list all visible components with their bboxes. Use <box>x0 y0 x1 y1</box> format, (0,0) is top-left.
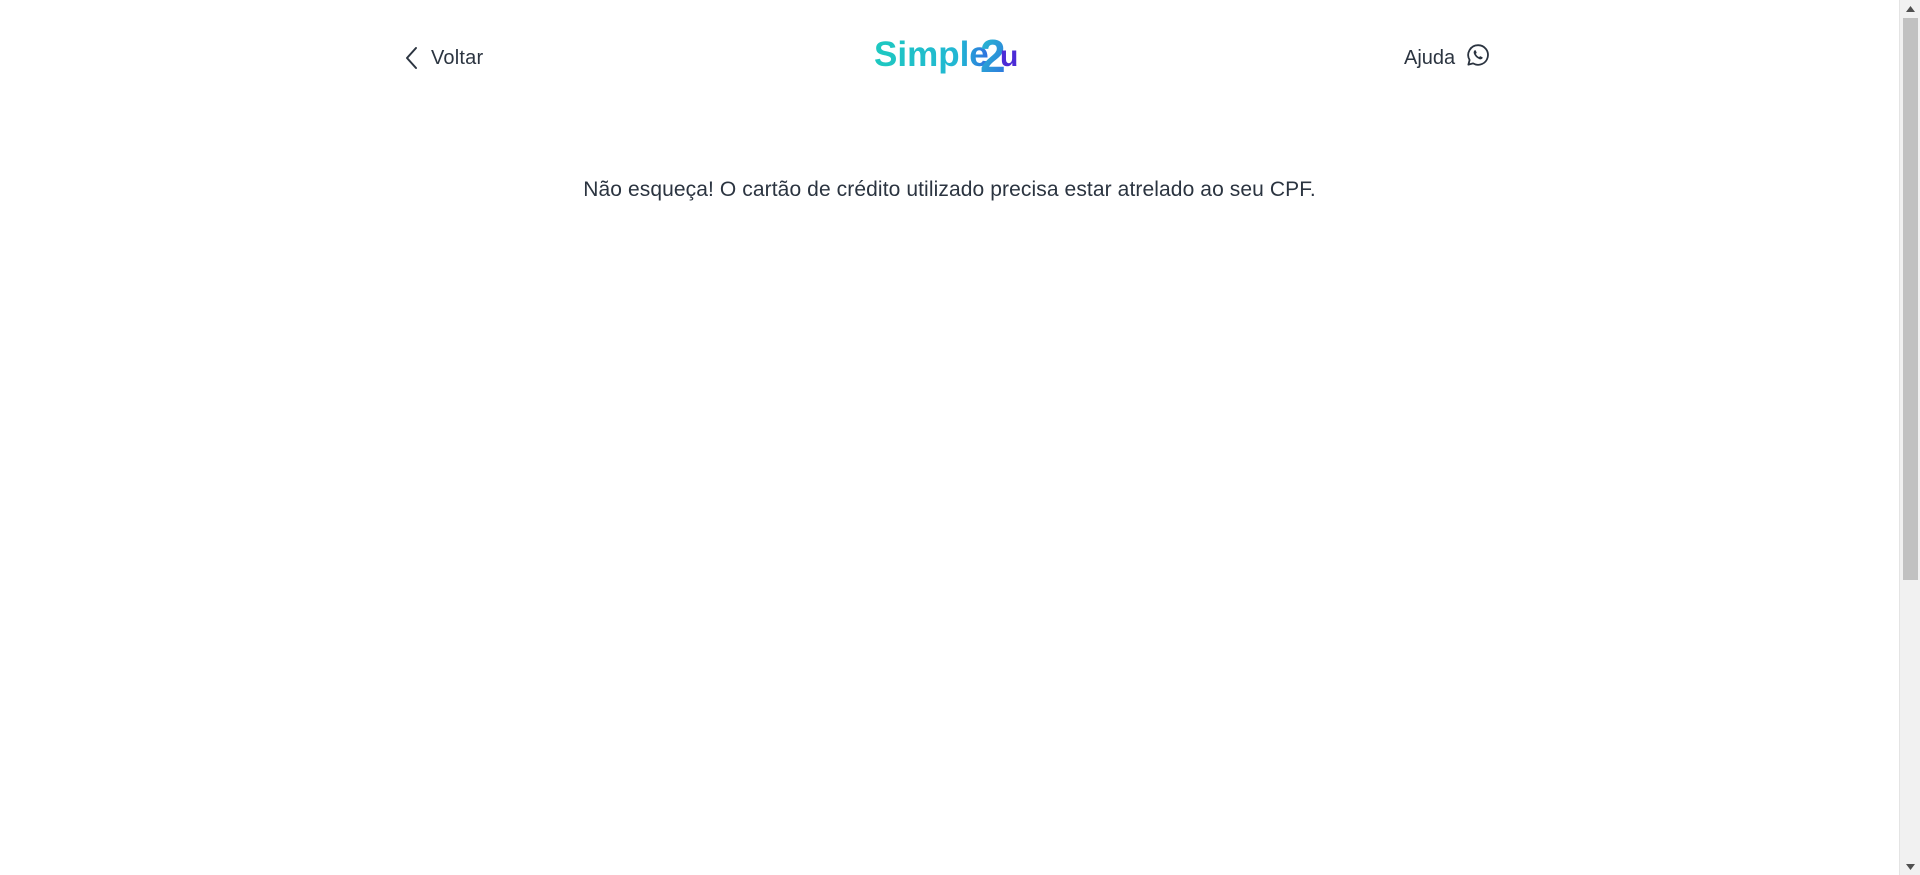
back-label: Voltar <box>431 47 484 69</box>
vertical-scrollbar[interactable] <box>1899 0 1920 875</box>
logo-text-primary: Simple <box>874 35 989 74</box>
help-label: Ajuda <box>1404 46 1456 69</box>
whatsapp-icon <box>1466 43 1490 72</box>
simple2u-logo[interactable]: Simple 2 u <box>872 30 1026 82</box>
back-button[interactable]: Voltar <box>405 44 483 72</box>
top-header: Voltar Simple 2 u Ajuda <box>0 0 1899 115</box>
browser-viewport: Voltar Simple 2 u Ajuda Não esqueça! O c… <box>0 0 1920 875</box>
scroll-up-icon[interactable] <box>1900 0 1920 17</box>
svg-text:u: u <box>1000 40 1018 73</box>
help-button[interactable]: Ajuda <box>1404 43 1490 72</box>
scrollbar-thumb[interactable] <box>1903 18 1918 580</box>
credit-card-notice: Não esqueça! O cartão de crédito utiliza… <box>583 178 1316 201</box>
chevron-left-icon <box>405 46 419 70</box>
scroll-down-icon[interactable] <box>1900 858 1920 875</box>
page-content: Voltar Simple 2 u Ajuda Não esqueça! O c… <box>0 0 1899 875</box>
